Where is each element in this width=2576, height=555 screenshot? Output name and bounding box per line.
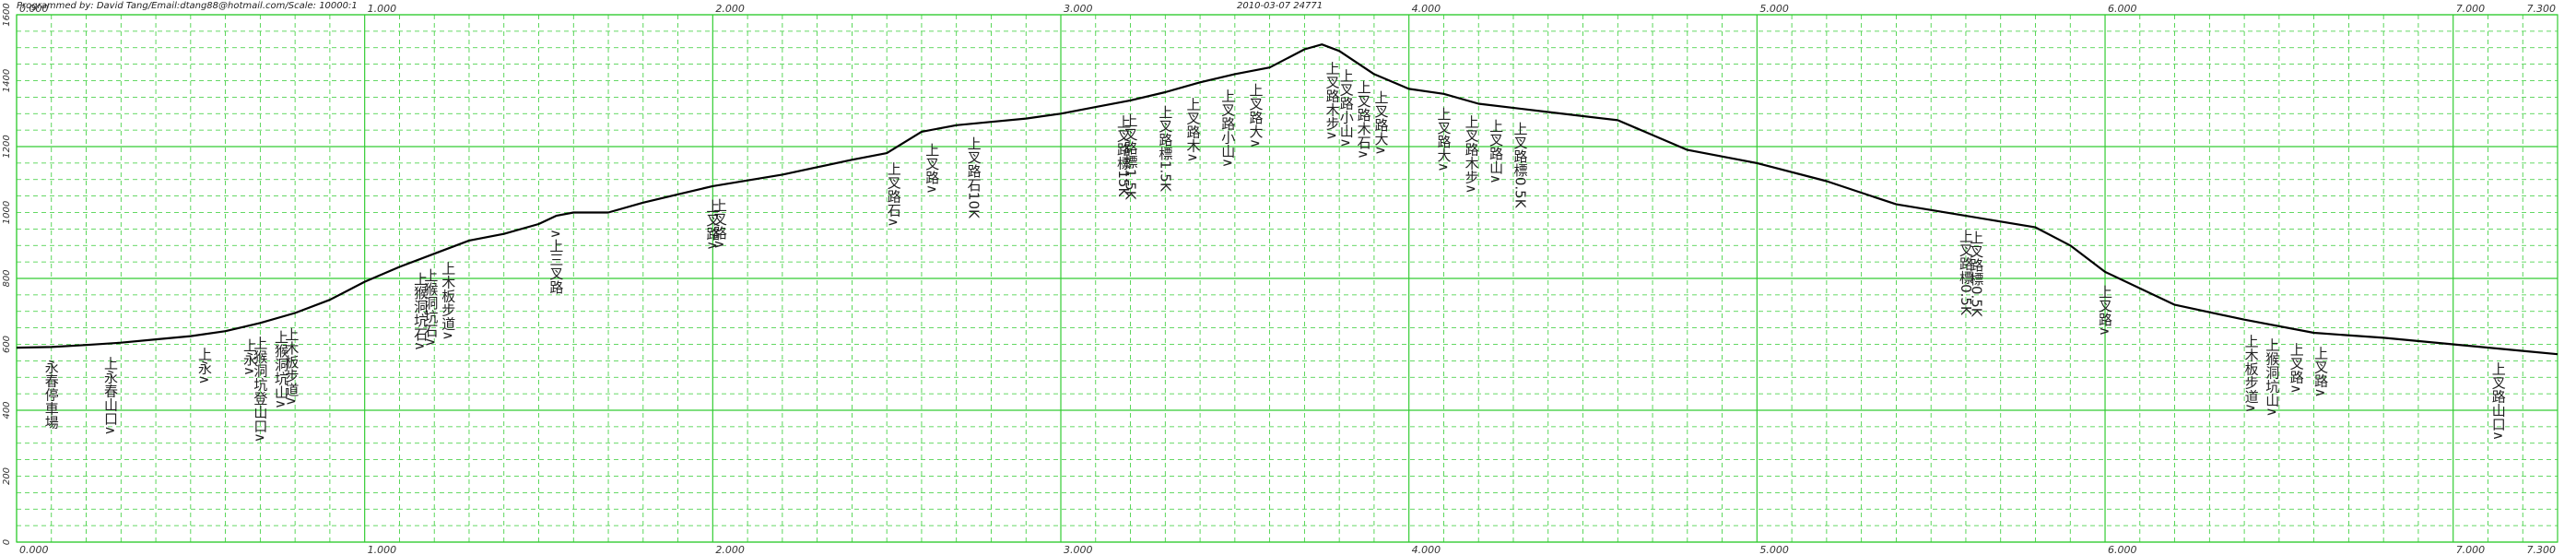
landmark-label: ∧上三叉路 xyxy=(547,229,564,294)
y-tick-label: 800 xyxy=(2,269,12,287)
y-tick-label: 1200 xyxy=(2,135,12,158)
landmark-label: 上叉路標1.5K xyxy=(1123,113,1139,201)
landmark-label: 上叉路∧ xyxy=(2097,285,2113,337)
y-tick-label: 200 xyxy=(2,467,12,485)
landmark-label: 上叉路石∧ xyxy=(886,162,902,228)
x-tick-label-top: 3.000 xyxy=(1064,3,1093,15)
landmark-label: 上叉路木石∧ xyxy=(1356,80,1372,159)
x-tick-label-top: 4.000 xyxy=(1412,3,1441,15)
landmark-label: 上猴洞坑登山口∧ xyxy=(252,336,268,443)
x-tick-label-bottom: 4.000 xyxy=(1412,544,1441,555)
landmark-label: 上叉路標0.5K xyxy=(1968,230,1984,318)
elevation-profile-chart: 0.0000.0001.0001.0002.0002.0003.0003.000… xyxy=(2,3,2558,555)
x-tick-label-top: 7.000 xyxy=(2456,3,2486,15)
landmark-label: 上叉路小山∧ xyxy=(1338,68,1355,148)
landmark-label: 上木板步道∧ xyxy=(283,327,300,407)
landmark-label: 上永∧ xyxy=(196,347,213,384)
y-tick-label: 600 xyxy=(2,336,12,353)
landmark-label: 上永春山口∧ xyxy=(102,356,119,435)
y-tick-label: 1000 xyxy=(2,201,12,224)
landmark-label: 永春停車場 xyxy=(43,360,60,429)
x-tick-label-top: 5.000 xyxy=(1759,3,1789,15)
landmark-label: 上叉路大∧ xyxy=(1435,107,1452,172)
x-tick-label-bottom: 7.300 xyxy=(2527,544,2557,555)
y-tick-label: 1400 xyxy=(2,69,12,92)
y-tick-label: 0 xyxy=(2,539,12,545)
landmark-label: 上猴洞坑石∧ xyxy=(422,268,439,348)
landmark-label: 上叉路山∧ xyxy=(1488,119,1504,184)
x-tick-label-bottom: 3.000 xyxy=(1064,544,1093,555)
landmark-label: 上叉路大∧ xyxy=(1248,83,1264,148)
landmark-label: 上猴洞坑山∧ xyxy=(2264,337,2280,417)
elevation-profile-line xyxy=(16,43,2558,356)
x-tick-label-bottom: 5.000 xyxy=(1759,544,1789,555)
x-tick-label-top: 7.300 xyxy=(2527,3,2557,15)
y-tick-label: 400 xyxy=(2,401,12,419)
timestamp-text: 2010-03-07 24771 xyxy=(1237,1,1323,11)
x-tick-label-bottom: 7.000 xyxy=(2456,544,2486,555)
y-tick-label: 1600 xyxy=(2,3,12,26)
landmark-label: 上叉路∧ xyxy=(712,198,728,250)
landmark-label: 上叉路石10K xyxy=(966,136,982,219)
x-tick-label-bottom: 6.000 xyxy=(2108,544,2137,555)
landmark-label: 上木板步道∧ xyxy=(440,261,456,340)
x-tick-label-bottom: 2.000 xyxy=(715,544,745,555)
landmark-label: 上叉路∧ xyxy=(2312,347,2329,398)
x-tick-label-top: 6.000 xyxy=(2108,3,2137,15)
x-tick-label-bottom: 0.000 xyxy=(19,544,49,555)
landmark-label: 上叉路∧ xyxy=(923,143,940,195)
landmark-label: 上叉路標1.5K xyxy=(1157,105,1173,193)
x-tick-label-top: 2.000 xyxy=(715,3,745,15)
credit-text: Programmed by: David Tang/Email:dtang88@… xyxy=(17,1,358,11)
x-tick-label-top: 1.000 xyxy=(368,3,397,15)
landmark-label: 上叉路大∧ xyxy=(1372,90,1389,156)
landmark-label: 上叉路山口∧ xyxy=(2490,361,2507,441)
landmark-label: 上叉路∧ xyxy=(2288,342,2305,394)
landmark-label: 上木板步道∧ xyxy=(2243,334,2260,413)
x-tick-label-bottom: 1.000 xyxy=(368,544,397,555)
landmark-label: 上叉路木∧ xyxy=(1185,97,1202,162)
landmark-label: 上叉路標0.5K xyxy=(1512,122,1529,209)
landmark-label: 上叉路小山∧ xyxy=(1219,89,1236,168)
landmark-label: 上叉路木步∧ xyxy=(1464,114,1480,194)
